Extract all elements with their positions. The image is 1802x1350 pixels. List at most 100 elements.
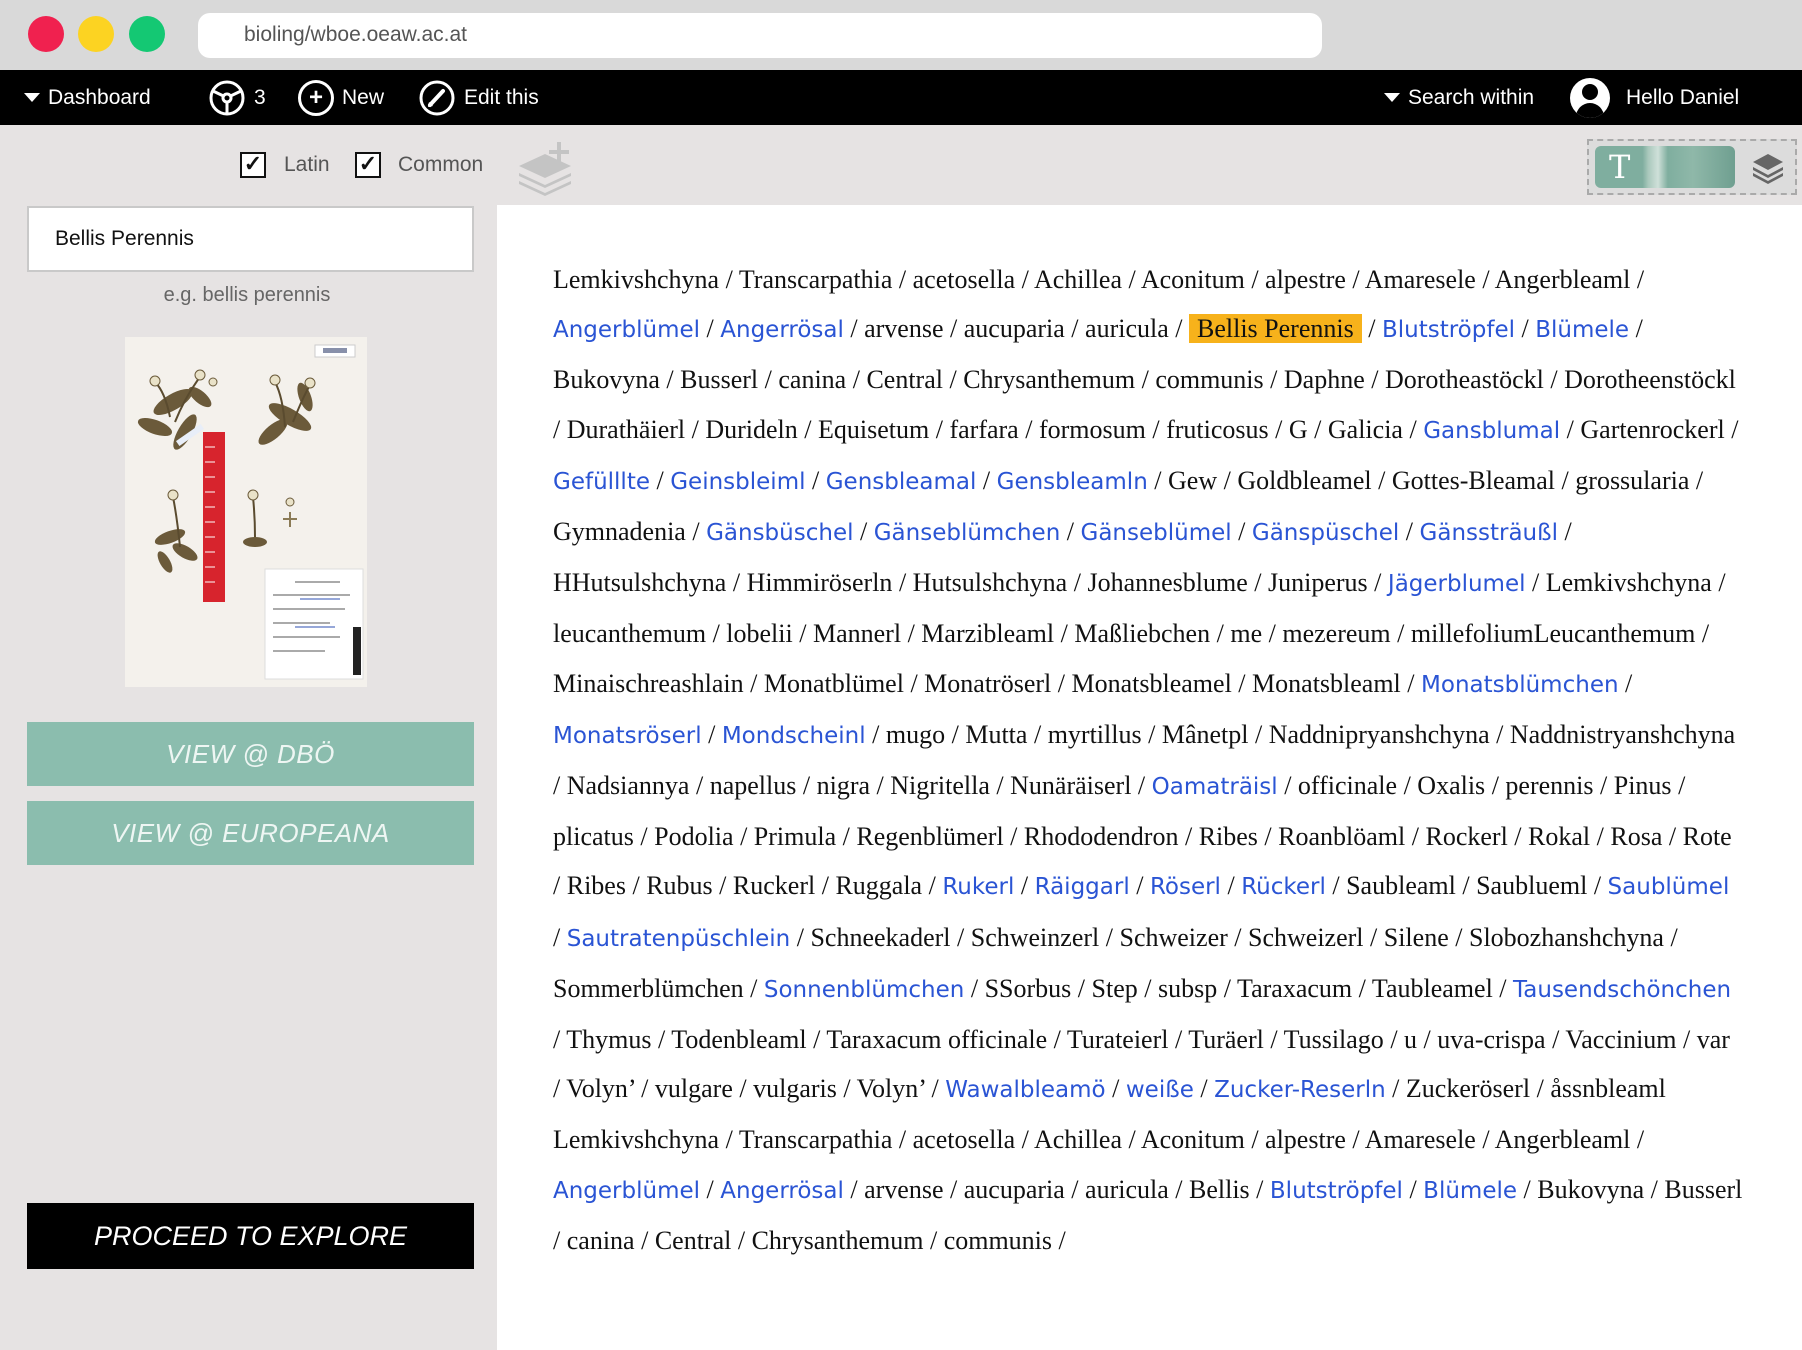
name-item[interactable]: Lemkivshchyna xyxy=(553,265,719,294)
proceed-to-explore-button[interactable]: PROCEED TO EXPLORE xyxy=(27,1203,474,1269)
edit-this-button[interactable]: Edit this xyxy=(418,70,539,125)
name-item[interactable]: Galicia xyxy=(1328,415,1403,444)
name-item[interactable]: alpestre xyxy=(1265,265,1346,294)
name-item[interactable]: canina xyxy=(778,365,846,394)
name-item[interactable]: Amaresele xyxy=(1365,265,1476,294)
name-item[interactable]: Volyn’ xyxy=(857,1074,925,1103)
name-item[interactable]: Mannerl xyxy=(813,619,901,648)
name-link[interactable]: Gensbleamln xyxy=(997,469,1148,495)
name-item[interactable]: Mutta xyxy=(965,720,1027,749)
name-item[interactable]: formosum xyxy=(1039,415,1146,444)
name-link[interactable]: Gänseblümel xyxy=(1081,520,1232,546)
name-item[interactable]: Chrysanthemum xyxy=(963,365,1135,394)
name-item[interactable]: Amaresele xyxy=(1365,1125,1476,1154)
name-link[interactable]: Röserl xyxy=(1150,874,1221,900)
name-item[interactable]: Monatblümel xyxy=(764,669,904,698)
name-item[interactable]: Gartenrockerl xyxy=(1580,415,1724,444)
name-item[interactable]: HHutsulshchyna xyxy=(553,568,726,597)
name-item[interactable]: nigra xyxy=(817,771,870,800)
name-item[interactable]: arvense xyxy=(864,314,943,343)
minimize-window-button[interactable] xyxy=(78,16,114,52)
name-item[interactable]: Taraxacum xyxy=(1237,974,1352,1003)
name-item[interactable]: Achillea xyxy=(1034,1125,1122,1154)
name-item[interactable]: me xyxy=(1230,619,1262,648)
name-link[interactable]: Blümele xyxy=(1535,317,1629,343)
name-item[interactable]: vulgaris xyxy=(753,1074,837,1103)
name-item[interactable]: Dorotheastöckl xyxy=(1385,365,1544,394)
name-item[interactable]: leucanthemum xyxy=(553,619,706,648)
name-item[interactable]: Naddnistryanshchyna xyxy=(1510,720,1735,749)
name-item[interactable]: Durathäierl xyxy=(567,415,685,444)
name-item[interactable]: Silene xyxy=(1384,923,1449,952)
name-item[interactable]: auricula xyxy=(1085,1175,1169,1204)
name-item[interactable]: millefoliumLeucanthemum xyxy=(1411,619,1695,648)
name-item[interactable]: Bukovyna xyxy=(553,365,660,394)
name-item[interactable]: Schneekaderl xyxy=(810,923,950,952)
selected-name[interactable]: Bellis Perennis xyxy=(1189,314,1362,344)
name-item[interactable]: Schweinzerl xyxy=(971,923,1100,952)
name-item[interactable]: Aconitum xyxy=(1141,1125,1245,1154)
name-item[interactable]: Saublueml xyxy=(1476,871,1587,900)
name-item[interactable]: Regenblümerl xyxy=(856,822,1003,851)
species-search-input[interactable] xyxy=(27,206,474,272)
view-dbo-button[interactable]: VIEW @ DBÖ xyxy=(27,722,474,786)
name-item[interactable]: Todenbleaml xyxy=(671,1025,806,1054)
name-item[interactable]: Rubus xyxy=(646,871,712,900)
name-item[interactable]: Himmiröserln xyxy=(747,568,893,597)
name-link[interactable]: Angerrösal xyxy=(720,317,844,343)
name-item[interactable]: Turateierl xyxy=(1067,1025,1169,1054)
steering-wheel-button[interactable]: 3 xyxy=(208,70,266,125)
name-item[interactable]: G xyxy=(1289,415,1308,444)
name-item[interactable]: Rosa xyxy=(1610,822,1662,851)
name-link[interactable]: Jägerblumel xyxy=(1388,571,1526,597)
maximize-window-button[interactable] xyxy=(129,16,165,52)
name-item[interactable]: Monatsbleamel xyxy=(1072,669,1232,698)
name-item[interactable]: myrtillus xyxy=(1048,720,1142,749)
name-item[interactable]: Mânetpl xyxy=(1162,720,1249,749)
name-item[interactable]: communis xyxy=(944,1226,1052,1255)
name-item[interactable]: Aconitum xyxy=(1141,265,1245,294)
name-item[interactable]: acetosella xyxy=(913,265,1016,294)
name-item[interactable]: Transcarpathia xyxy=(739,265,893,294)
name-link[interactable]: Saublümel xyxy=(1608,874,1730,900)
name-link[interactable]: Mondscheinl xyxy=(722,723,866,749)
name-item[interactable]: Taraxacum officinale xyxy=(826,1025,1047,1054)
name-item[interactable]: Turäerl xyxy=(1188,1025,1264,1054)
name-link[interactable]: Gansblumal xyxy=(1423,418,1560,444)
name-item[interactable]: Daphne xyxy=(1284,365,1365,394)
name-item[interactable]: Ribes xyxy=(1199,822,1258,851)
search-within-menu[interactable]: Search within xyxy=(1384,70,1534,125)
name-item[interactable]: aucuparia xyxy=(964,1175,1065,1204)
name-link[interactable]: Blutströpfel xyxy=(1270,1178,1403,1204)
name-link[interactable]: Blümele xyxy=(1423,1178,1517,1204)
user-menu[interactable]: Hello Daniel xyxy=(1570,70,1739,125)
name-item[interactable]: vulgare xyxy=(655,1074,733,1103)
name-link[interactable]: Gefülllte xyxy=(553,469,650,495)
name-item[interactable]: Rote xyxy=(1683,822,1732,851)
name-item[interactable]: Step xyxy=(1092,974,1138,1003)
name-item[interactable]: napellus xyxy=(710,771,797,800)
name-link[interactable]: Angerblümel xyxy=(553,1178,700,1204)
name-item[interactable]: Hutsulshchyna xyxy=(913,568,1068,597)
name-item[interactable]: Gymnadenia xyxy=(553,517,686,546)
name-link[interactable]: Blutströpfel xyxy=(1382,317,1515,343)
name-item[interactable]: subsp xyxy=(1158,974,1217,1003)
name-link[interactable]: Tausendschönchen xyxy=(1513,977,1731,1003)
name-item[interactable]: aucuparia xyxy=(964,314,1065,343)
name-item[interactable]: Nigritella xyxy=(890,771,990,800)
name-item[interactable]: Monatsbleaml xyxy=(1252,669,1401,698)
name-item[interactable]: Lemkivshchyna xyxy=(1546,568,1712,597)
name-item[interactable]: canina xyxy=(567,1226,635,1255)
name-link[interactable]: Monatsröserl xyxy=(553,723,702,749)
name-item[interactable]: Bellis xyxy=(1189,1175,1250,1204)
name-item[interactable]: Nunäräiserl xyxy=(1010,771,1131,800)
name-item[interactable]: auricula xyxy=(1085,314,1169,343)
name-item[interactable]: Pinus xyxy=(1614,771,1672,800)
name-link[interactable]: Oamaträisl xyxy=(1152,774,1278,800)
name-item[interactable]: Nadsiannya xyxy=(567,771,690,800)
name-item[interactable]: Zuckeröserl xyxy=(1406,1074,1530,1103)
name-item[interactable]: Ribes xyxy=(567,871,626,900)
name-item[interactable]: alpestre xyxy=(1265,1125,1346,1154)
name-link[interactable]: Räiggarl xyxy=(1035,874,1130,900)
layers-icon[interactable] xyxy=(1751,151,1785,185)
